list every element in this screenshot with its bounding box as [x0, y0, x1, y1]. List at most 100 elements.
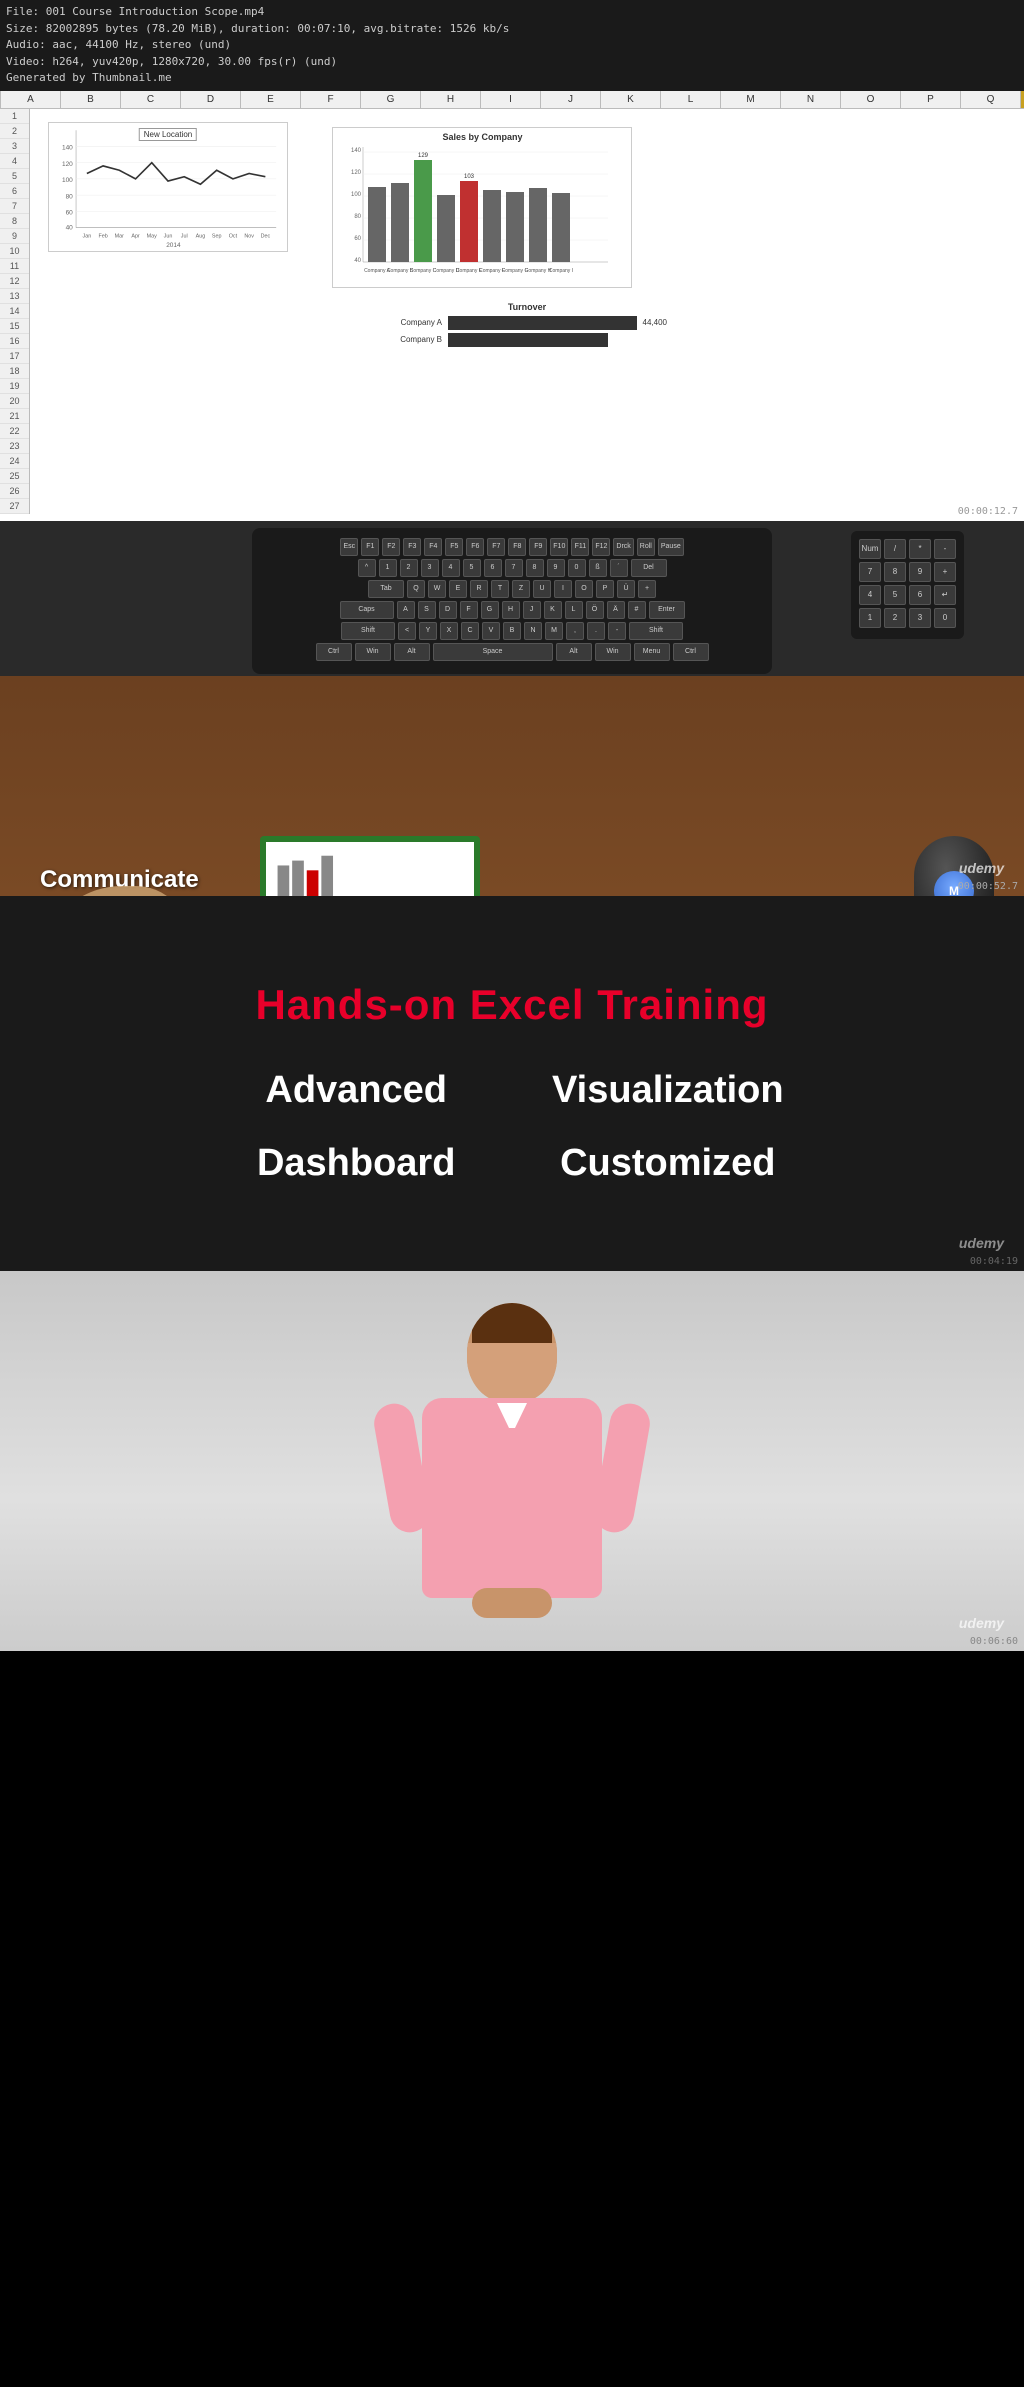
key-7: 7	[505, 559, 523, 577]
key-win-left: Win	[355, 643, 391, 661]
key-f6: F6	[466, 538, 484, 556]
key-a: A	[397, 601, 415, 619]
presenter-timestamp: 00:06:60	[970, 1636, 1018, 1647]
promo-word-dashboard: Dashboard	[240, 1142, 472, 1185]
key-less: <	[398, 622, 416, 640]
keyboard-row-1: Esc F1 F2 F3 F4 F5 F6 F7 F8 F9 F10 F11 F…	[266, 538, 758, 556]
key-acute: ´	[610, 559, 628, 577]
promo-udemy-watermark: udemy	[959, 1235, 1004, 1251]
key-f11: F11	[571, 538, 589, 556]
key-u: U	[533, 580, 551, 598]
numpad-row-3: 4 5 6 ↵	[859, 585, 956, 605]
key-win-right: Win	[595, 643, 631, 661]
key-oe: Ö	[586, 601, 604, 619]
row-num: 18	[0, 364, 29, 379]
svg-text:80: 80	[355, 214, 362, 220]
key-backspace: Del	[631, 559, 667, 577]
key-hash: #	[628, 601, 646, 619]
np-enter: ↵	[934, 585, 956, 605]
row-num: 7	[0, 199, 29, 214]
col-O: O	[841, 91, 901, 108]
svg-text:Jan: Jan	[83, 233, 92, 239]
key-b: B	[503, 622, 521, 640]
row-num: 26	[0, 484, 29, 499]
svg-text:140: 140	[62, 144, 73, 151]
key-ctrl-left: Ctrl	[316, 643, 352, 661]
svg-text:Mar: Mar	[115, 233, 124, 239]
desk-udemy-watermark: udemy	[959, 860, 1004, 876]
key-pause: Pause	[658, 538, 684, 556]
keyboard-row-3: Tab Q W E R T Z U I O P Ü +	[266, 580, 758, 598]
row-num: 13	[0, 289, 29, 304]
svg-text:Jul: Jul	[181, 233, 188, 239]
key-y: Y	[419, 622, 437, 640]
np-6: 6	[909, 585, 931, 605]
key-e: E	[449, 580, 467, 598]
key-9: 9	[547, 559, 565, 577]
key-w: W	[428, 580, 446, 598]
key-shift-left: Shift	[341, 622, 395, 640]
keyboard-row-6: Ctrl Win Alt Space Alt Win Menu Ctrl	[266, 643, 758, 661]
svg-text:40: 40	[355, 258, 362, 264]
key-esc: Esc	[340, 538, 358, 556]
presenter-body-area	[382, 1403, 642, 1598]
svg-text:129: 129	[418, 153, 429, 159]
key-enter: Enter	[649, 601, 685, 619]
row-num: 14	[0, 304, 29, 319]
col-H: H	[421, 91, 481, 108]
key-0: 0	[568, 559, 586, 577]
svg-text:Feb: Feb	[98, 233, 107, 239]
svg-text:60: 60	[66, 209, 74, 216]
svg-text:Apr: Apr	[131, 233, 140, 239]
presenter-figure	[382, 1303, 642, 1618]
col-D: D	[181, 91, 241, 108]
numpad-row-4: 1 2 3 0	[859, 608, 956, 628]
row-num: 1	[0, 109, 29, 124]
turnover-label-a: Company A	[387, 318, 442, 327]
np-div: /	[884, 539, 906, 559]
row-num: 25	[0, 469, 29, 484]
key-f3: F3	[403, 538, 421, 556]
col-M: M	[721, 91, 781, 108]
row-num: 19	[0, 379, 29, 394]
svg-text:Nov: Nov	[244, 233, 254, 239]
np-minus: -	[934, 539, 956, 559]
paper-clipboard	[260, 836, 480, 896]
svg-text:2014: 2014	[166, 242, 181, 249]
col-L: L	[661, 91, 721, 108]
np-0: 0	[934, 608, 956, 628]
svg-text:Aug: Aug	[196, 233, 206, 239]
svg-text:80: 80	[66, 193, 74, 200]
promo-timestamp: 00:04:19	[970, 1256, 1018, 1267]
np-5: 5	[884, 585, 906, 605]
key-comma: ,	[566, 622, 584, 640]
row-num: 15	[0, 319, 29, 334]
key-g: G	[481, 601, 499, 619]
key-period: .	[587, 622, 605, 640]
row-num: 11	[0, 259, 29, 274]
key-j: J	[523, 601, 541, 619]
new-location-label: New Location	[139, 128, 197, 141]
key-alt-right: Alt	[556, 643, 592, 661]
svg-text:40: 40	[66, 224, 74, 231]
svg-text:Oct: Oct	[229, 233, 238, 239]
row-num: 2	[0, 124, 29, 139]
key-k: K	[544, 601, 562, 619]
presenter-face	[467, 1343, 557, 1403]
bar-chart-title: Sales by Company	[333, 128, 631, 142]
keyboard: Esc F1 F2 F3 F4 F5 F6 F7 F8 F9 F10 F11 F…	[252, 528, 772, 674]
col-Q: Q	[961, 91, 1021, 108]
key-v: V	[482, 622, 500, 640]
key-f8: F8	[508, 538, 526, 556]
svg-text:100: 100	[351, 192, 362, 198]
np-8: 8	[884, 562, 906, 582]
turnover-bar-b	[448, 333, 608, 347]
col-F: F	[301, 91, 361, 108]
np-3: 3	[909, 608, 931, 628]
svg-text:120: 120	[351, 170, 362, 176]
key-dash: -	[608, 622, 626, 640]
key-n: N	[524, 622, 542, 640]
key-f5: F5	[445, 538, 463, 556]
promo-word-customized: Customized	[552, 1142, 784, 1185]
file-info-bar: File: 001 Course Introduction Scope.mp4 …	[0, 0, 1024, 91]
